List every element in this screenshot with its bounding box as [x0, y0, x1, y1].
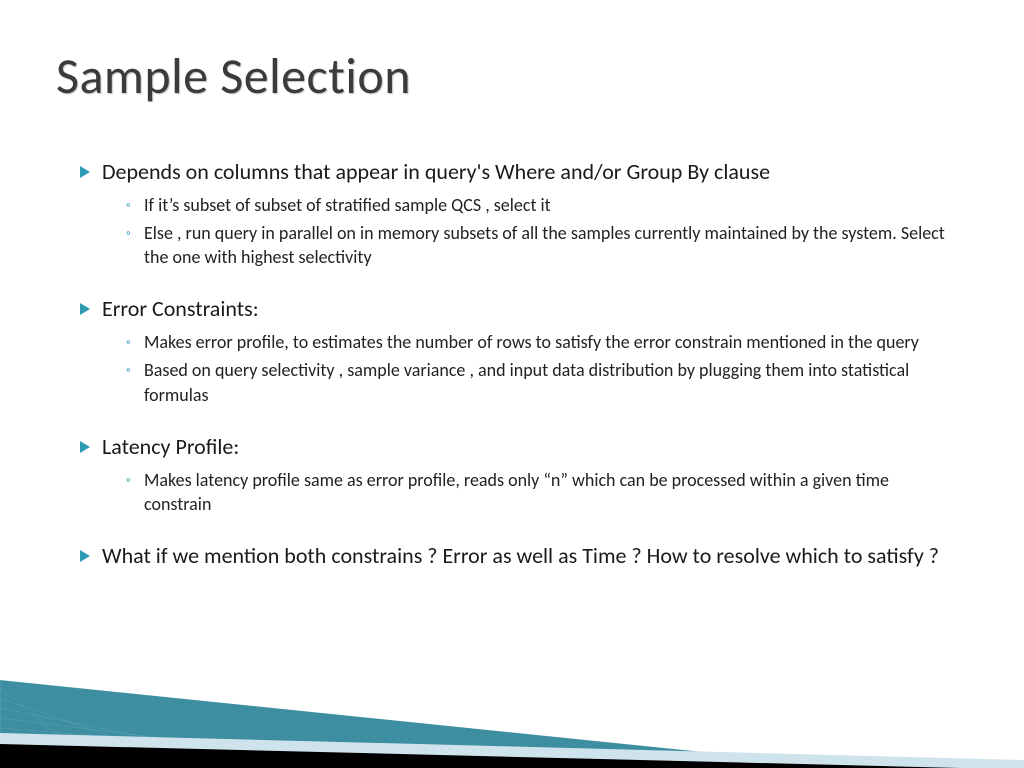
- triangle-bullet-icon: [80, 433, 102, 453]
- bullet-level2: ◦If it’s subset of subset of stratified …: [126, 193, 960, 217]
- circle-bullet-icon: ◦: [126, 330, 144, 349]
- sub-bullet-text: Makes latency profile same as error prof…: [144, 468, 960, 517]
- bullet-level1: Depends on columns that appear in query'…: [80, 158, 960, 269]
- bullet-level1: Latency Profile: ◦Makes latency profile s…: [80, 433, 960, 516]
- slide-body: Depends on columns that appear in query'…: [80, 158, 960, 597]
- circle-bullet-icon: ◦: [126, 221, 144, 240]
- bullet-level2: ◦Makes latency profile same as error pro…: [126, 468, 960, 517]
- bullet-level2: ◦Makes error profile, to estimates the n…: [126, 330, 960, 354]
- decorative-triangles: [0, 638, 1024, 768]
- triangle-bullet-icon: [80, 158, 102, 178]
- sub-bullet-text: Based on query selectivity , sample vari…: [144, 358, 960, 407]
- slide: Sample Selection Depends on columns that…: [0, 0, 1024, 768]
- bullet-level1: Error Constraints: ◦Makes error profile, …: [80, 295, 960, 406]
- sub-bullet-text: Makes error profile, to estimates the nu…: [144, 330, 919, 354]
- circle-bullet-icon: ◦: [126, 193, 144, 212]
- sub-bullet-text: If it’s subset of subset of stratified s…: [144, 193, 551, 217]
- bullet-text: Depends on columns that appear in query'…: [102, 158, 770, 187]
- sub-bullet-text: Else , run query in parallel on in memor…: [144, 221, 960, 270]
- circle-bullet-icon: ◦: [126, 468, 144, 487]
- triangle-bullet-icon: [80, 295, 102, 315]
- bullet-text: What if we mention both constrains ? Err…: [102, 542, 939, 571]
- slide-title: Sample Selection: [56, 46, 411, 107]
- bullet-text: Latency Profile:: [102, 433, 239, 462]
- triangle-bullet-icon: [80, 542, 102, 562]
- bullet-level2: ◦Based on query selectivity , sample var…: [126, 358, 960, 407]
- circle-bullet-icon: ◦: [126, 358, 144, 377]
- bullet-text: Error Constraints:: [102, 295, 259, 324]
- bullet-level2: ◦Else , run query in parallel on in memo…: [126, 221, 960, 270]
- bullet-level1: What if we mention both constrains ? Err…: [80, 542, 960, 571]
